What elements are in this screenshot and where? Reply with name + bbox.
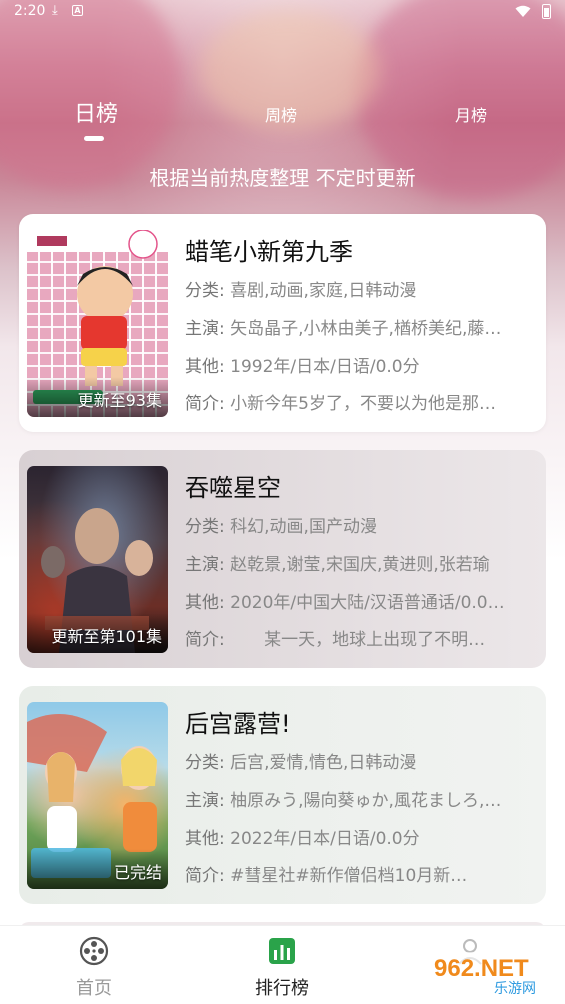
intro-label: 简介: — [185, 630, 225, 650]
genre-row: 分类: 科幻,动画,国产动漫 — [185, 512, 535, 537]
nav-ranking-label: 排行榜 — [255, 978, 309, 999]
page-subtitle: 根据当前热度整理 不定时更新 — [149, 166, 416, 190]
genre-label: 分类: — [185, 517, 225, 537]
episode-badge: 已完结 — [113, 863, 162, 882]
status-time: 2:20 — [14, 3, 46, 19]
download-icon: ⤓ — [52, 3, 58, 18]
show-title: 后宫露营! — [185, 710, 291, 738]
poster-image: 已完结 — [27, 702, 168, 889]
show-title: 吞噬星空 — [185, 474, 281, 502]
intro-value: 某一天，地球上出现了不明… — [230, 630, 486, 650]
other-label: 其他: — [185, 357, 225, 377]
show-title: 蜡笔小新第九季 — [185, 238, 353, 266]
cast-value: 赵乾景,谢莹,宋国庆,黄进则,张若瑜 — [230, 555, 490, 575]
ranking-tabs: 日榜 周榜 月榜 — [0, 92, 565, 142]
wifi-icon — [515, 5, 531, 17]
status-bar: 2:20 ⤓ A — [0, 0, 565, 24]
other-label: 其他: — [185, 593, 225, 613]
intro-value: 小新今年5岁了，不要以为他是那… — [230, 394, 496, 414]
intro-row: 简介: #彗星社#新作僧侣档10月新… — [185, 861, 535, 886]
cast-row: 主演: 矢岛晶子,小林由美子,楢桥美纪,藤… — [185, 314, 535, 339]
nav-ranking[interactable]: 排行榜 — [222, 934, 342, 1000]
intro-value: #彗星社#新作僧侣档10月新… — [230, 866, 468, 886]
other-value: 2020年/中国大陆/汉语普通话/0.0… — [230, 593, 505, 613]
other-value: 2022年/日本/日语/0.0分 — [230, 829, 420, 849]
genre-label: 分类: — [185, 753, 225, 773]
cast-value: 矢岛晶子,小林由美子,楢桥美纪,藤… — [230, 319, 502, 339]
poster-image: 更新至第101集 — [27, 466, 168, 653]
nav-home-label: 首页 — [76, 978, 112, 999]
notification-a-icon: A — [72, 5, 83, 16]
cast-label: 主演: — [185, 319, 225, 339]
other-row: 其他: 2020年/中国大陆/汉语普通话/0.0… — [185, 588, 535, 613]
genre-value: 科幻,动画,国产动漫 — [230, 517, 377, 537]
intro-row: 简介: 小新今年5岁了，不要以为他是那… — [185, 389, 535, 414]
other-row: 其他: 1992年/日本/日语/0.0分 — [185, 352, 535, 377]
site-watermark: 962.NET 乐游网 — [426, 952, 556, 997]
genre-label: 分类: — [185, 281, 225, 301]
bar-chart-icon — [269, 938, 295, 964]
ranking-card[interactable]: 更新至第101集 吞噬星空 分类: 科幻,动画,国产动漫 主演: 赵乾景,谢莹,… — [19, 450, 546, 668]
cast-label: 主演: — [185, 555, 225, 575]
poster-image: 更新至93集 — [27, 230, 168, 417]
tab-weekly[interactable]: 周榜 — [265, 102, 297, 126]
ranking-card[interactable]: 更新至93集 蜡笔小新第九季 分类: 喜剧,动画,家庭,日韩动漫 主演: 矢岛晶… — [19, 214, 546, 432]
cast-row: 主演: 柚原みう,陽向葵ゅか,風花ましろ,… — [185, 786, 535, 811]
tab-monthly[interactable]: 月榜 — [455, 102, 487, 126]
episode-badge: 更新至第101集 — [51, 627, 162, 646]
active-tab-indicator — [84, 136, 104, 141]
film-reel-icon — [79, 936, 109, 966]
genre-value: 后宫,爱情,情色,日韩动漫 — [230, 753, 417, 773]
intro-row: 简介: 某一天，地球上出现了不明… — [185, 625, 535, 650]
battery-icon — [542, 4, 551, 19]
nav-home[interactable]: 首页 — [34, 934, 154, 1000]
watermark-main: 962.NET — [434, 955, 529, 982]
genre-value: 喜剧,动画,家庭,日韩动漫 — [230, 281, 417, 301]
other-label: 其他: — [185, 829, 225, 849]
cast-label: 主演: — [185, 791, 225, 811]
cast-row: 主演: 赵乾景,谢莹,宋国庆,黄进则,张若瑜 — [185, 550, 535, 575]
cast-value: 柚原みう,陽向葵ゅか,風花ましろ,… — [230, 791, 502, 811]
other-value: 1992年/日本/日语/0.0分 — [230, 357, 420, 377]
intro-label: 简介: — [185, 394, 225, 414]
ranking-card[interactable]: 已完结 后宫露营! 分类: 后宫,爱情,情色,日韩动漫 主演: 柚原みう,陽向葵… — [19, 686, 546, 904]
intro-label: 简介: — [185, 866, 225, 886]
watermark-sub: 乐游网 — [494, 981, 536, 997]
genre-row: 分类: 后宫,爱情,情色,日韩动漫 — [185, 748, 535, 773]
episode-badge: 更新至93集 — [77, 391, 162, 410]
other-row: 其他: 2022年/日本/日语/0.0分 — [185, 824, 535, 849]
tab-daily[interactable]: 日榜 — [74, 96, 118, 128]
genre-row: 分类: 喜剧,动画,家庭,日韩动漫 — [185, 276, 535, 301]
